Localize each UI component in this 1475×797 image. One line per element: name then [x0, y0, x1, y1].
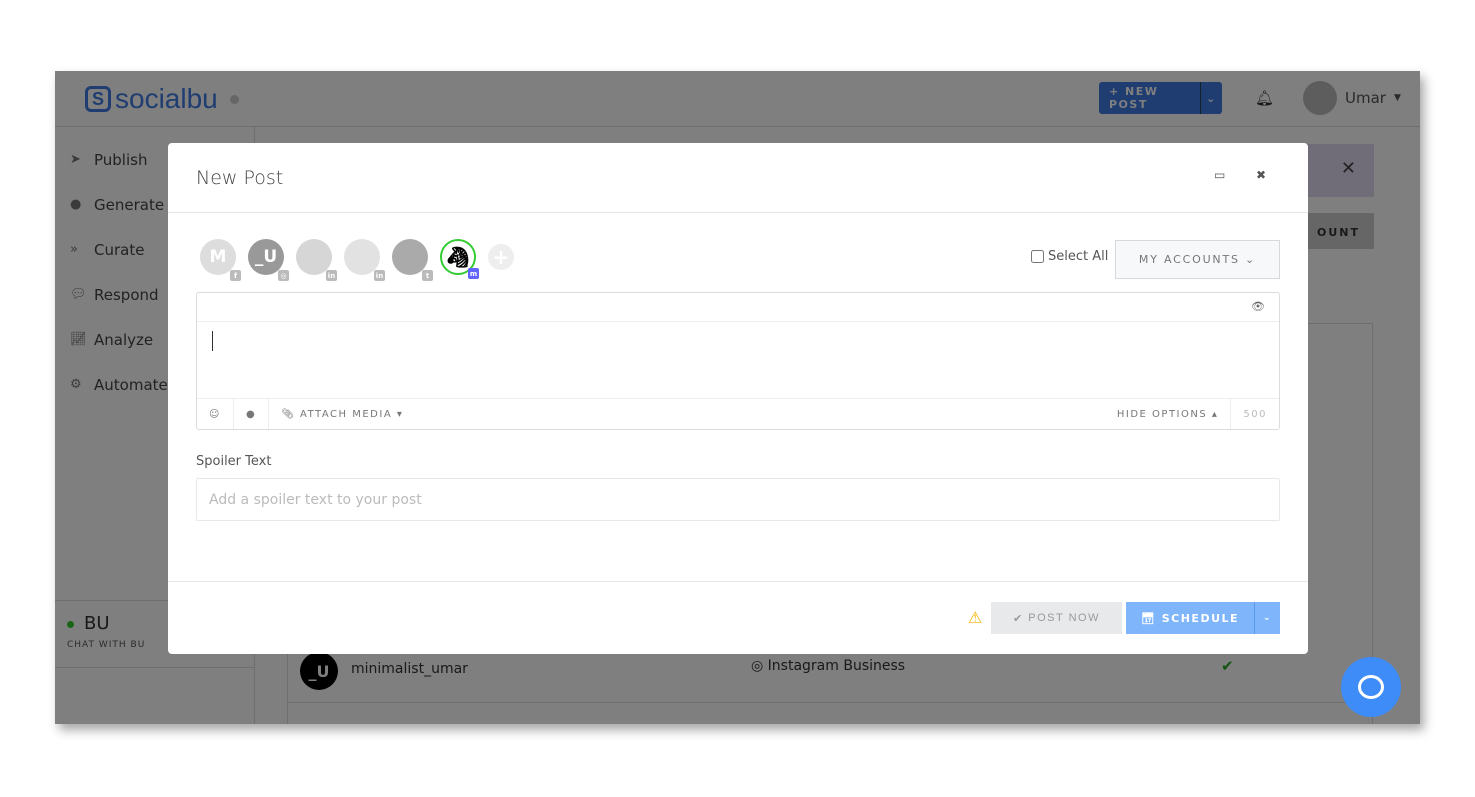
- hide-options-label: HIDE OPTIONS: [1116, 408, 1208, 420]
- post-content-input[interactable]: [197, 322, 1279, 399]
- add-account-icon[interactable]: +: [488, 244, 514, 270]
- text-cursor: [212, 331, 213, 351]
- emoji-icon[interactable]: ☺: [197, 399, 234, 429]
- close-icon[interactable]: ✖: [1256, 168, 1266, 182]
- post-editor: 👁︎ ☺ ● 📎︎ ATTACH MEDIA ▾ HIDE OPTIONS ▴ …: [196, 292, 1280, 430]
- new-post-modal: New Post ▭ ✖ Mf _U ◎ in in t 🦓︎ m + Select…: [168, 143, 1308, 654]
- attach-media-button[interactable]: 📎︎ ATTACH MEDIA ▾: [269, 399, 415, 429]
- calendar-icon: 📅︎: [1140, 611, 1162, 625]
- schedule-button[interactable]: 📅︎ SCHEDULE ⌄: [1126, 602, 1280, 634]
- chevron-down-icon: ⌄: [1245, 253, 1257, 266]
- linkedin-icon: in: [326, 270, 337, 281]
- eye-icon[interactable]: 👁︎: [1251, 300, 1265, 313]
- account-avatar[interactable]: _U ◎: [248, 239, 289, 281]
- select-all-label: Select All: [1048, 249, 1109, 264]
- maximize-icon[interactable]: ▭: [1214, 168, 1225, 182]
- account-avatar[interactable]: in: [344, 239, 385, 281]
- spoiler-label: Spoiler Text: [196, 454, 272, 469]
- chat-bubble-icon: [1358, 675, 1384, 699]
- robot-icon[interactable]: ●: [234, 399, 270, 429]
- attach-media-label: ATTACH MEDIA: [300, 408, 393, 420]
- avatar-initial: M: [209, 247, 227, 267]
- warning-icon[interactable]: ⚠: [968, 608, 982, 627]
- chat-launcher-button[interactable]: [1341, 657, 1401, 717]
- linkedin-icon: in: [374, 270, 385, 281]
- my-accounts-dropdown[interactable]: MY ACCOUNTS ⌄: [1115, 240, 1280, 279]
- account-avatar-selected[interactable]: 🦓︎ m: [440, 239, 479, 279]
- mastodon-icon: m: [468, 268, 479, 279]
- my-accounts-label: MY ACCOUNTS: [1138, 253, 1240, 266]
- twitter-icon: t: [422, 270, 433, 281]
- account-selector: Mf _U ◎ in in t 🦓︎ m +: [200, 239, 514, 281]
- account-avatar[interactable]: t: [392, 239, 433, 281]
- post-now-label: POST NOW: [1028, 612, 1100, 624]
- account-avatar[interactable]: Mf: [200, 239, 241, 281]
- instagram-icon: ◎: [278, 270, 289, 281]
- spoiler-text-input[interactable]: [196, 478, 1280, 521]
- facebook-icon: f: [230, 270, 241, 281]
- select-all-input[interactable]: [1031, 250, 1044, 263]
- paperclip-icon: 📎︎: [281, 408, 301, 420]
- hide-options-button[interactable]: HIDE OPTIONS ▴: [1105, 399, 1232, 429]
- modal-title: New Post: [196, 166, 284, 189]
- account-avatar[interactable]: in: [296, 239, 337, 281]
- avatar-initial: _U: [254, 247, 278, 267]
- schedule-label: SCHEDULE: [1161, 611, 1240, 625]
- modal-footer-divider: [168, 581, 1308, 582]
- check-icon: ✔: [1013, 612, 1029, 625]
- post-now-button[interactable]: ✔ POST NOW: [991, 602, 1122, 634]
- select-all-checkbox[interactable]: Select All: [1031, 249, 1108, 264]
- chevron-down-icon[interactable]: ⌄: [1254, 602, 1280, 634]
- editor-toolbar: ☺ ● 📎︎ ATTACH MEDIA ▾ HIDE OPTIONS ▴ 500: [197, 398, 1279, 429]
- char-count: 500: [1243, 408, 1267, 420]
